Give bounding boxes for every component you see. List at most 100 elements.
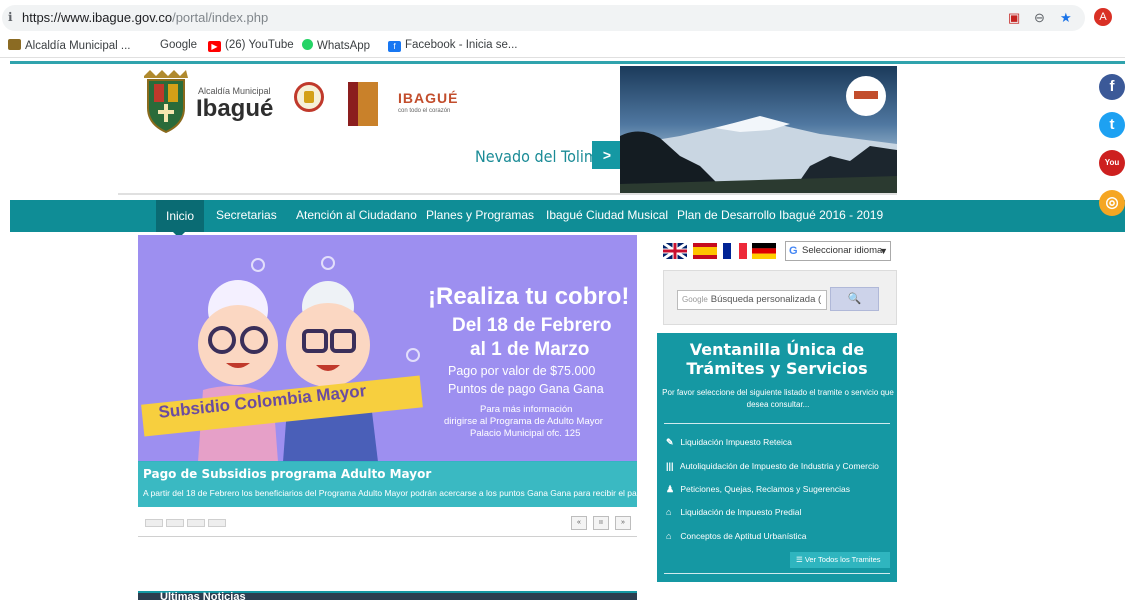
user-icon: ♟ xyxy=(666,484,675,494)
ibague-crest-icon[interactable] xyxy=(140,70,192,134)
search-placeholder: Búsqueda personalizada ( xyxy=(710,294,822,305)
slider-pause-button[interactable]: ıı xyxy=(593,516,609,530)
nav-ibague-ciudad-musical[interactable]: Ibagué Ciudad Musical xyxy=(546,208,668,222)
logo-title[interactable]: Ibagué xyxy=(196,95,273,123)
ventanilla-bottom-divider xyxy=(664,573,890,574)
search-icon: 🔍 xyxy=(847,293,862,305)
language-select[interactable]: G Seleccionar idioma ▼ xyxy=(785,241,891,261)
bookmark-label: Google xyxy=(160,39,198,51)
news-section-title: Ultimas Noticias xyxy=(160,591,246,600)
bookmark-google[interactable]: Google xyxy=(160,39,197,51)
youtube-icon: ▶ xyxy=(208,41,221,52)
home-icon: ⌂ xyxy=(666,507,672,517)
url-text[interactable]: https://www.ibague.gov.co/portal/index.p… xyxy=(22,10,268,25)
ibague-brand-logo: IBAGUÉ con todo el corazón xyxy=(392,86,462,116)
brand-logo-tagline: con todo el corazón xyxy=(398,108,451,114)
list-icon: ☰ xyxy=(796,555,803,564)
slider-next-button[interactable]: » xyxy=(615,516,631,530)
facebook-icon[interactable]: f xyxy=(1099,74,1125,100)
columns-icon: ||| xyxy=(666,461,674,471)
uk-flag-icon[interactable] xyxy=(663,243,687,259)
brand-logo-text: IBAGUÉ xyxy=(398,90,459,106)
slide-indicator-1[interactable] xyxy=(145,519,163,527)
nav-secretarias[interactable]: Secretarias xyxy=(216,208,277,222)
hero-caption: Nevado del Tolima xyxy=(475,147,607,166)
bookmark-label: WhatsApp xyxy=(317,40,371,52)
banner-headline: ¡Realiza tu cobro! xyxy=(428,283,630,310)
banner-amount: Pago por valor de $75.000 xyxy=(448,364,596,378)
slide-indicator-4[interactable] xyxy=(208,519,226,527)
tramite-reteica[interactable]: ✎ Liquidación Impuesto Reteica xyxy=(666,437,792,448)
ventanilla-description: Por favor seleccione del siguiente lista… xyxy=(662,388,894,409)
tramite-pqrs[interactable]: ♟ Peticiones, Quejas, Reclamos y Sugeren… xyxy=(666,484,850,495)
bookmark-label: (26) YouTube xyxy=(225,39,294,51)
header-divider xyxy=(118,193,897,195)
slider-divider xyxy=(138,536,637,537)
tramite-label: Liquidación de Impuesto Predial xyxy=(680,507,802,517)
slider-prev-button[interactable]: « xyxy=(571,516,587,530)
ibague-badge-logo xyxy=(846,76,886,116)
url-domain: https://www.ibague.gov.co xyxy=(22,10,173,25)
banner-date-end: al 1 de Marzo xyxy=(470,339,590,360)
bookmarks-bar: Alcaldía Municipal ... Google ▶ (26) YouT… xyxy=(0,34,1125,58)
blocked-popup-icon[interactable]: ▣ xyxy=(1008,10,1020,26)
germany-flag-icon[interactable] xyxy=(752,243,776,259)
banner-info-3: Palacio Municipal ofc. 125 xyxy=(470,428,581,439)
twitter-icon[interactable]: t xyxy=(1099,112,1125,138)
whatsapp-icon xyxy=(302,39,313,50)
musical-city-logo-icon xyxy=(348,82,378,126)
banner-payment-points: Puntos de pago Gana Gana xyxy=(448,382,604,396)
google-brand-label: Google xyxy=(682,295,708,304)
tramite-aptitud-urbanistica[interactable]: ⌂ Conceptos de Aptitud Urbanística xyxy=(666,531,807,541)
instagram-icon[interactable]: ◎ xyxy=(1099,190,1125,216)
hero-next-button[interactable]: > xyxy=(592,141,622,169)
tramite-predial[interactable]: ⌂ Liquidación de Impuesto Predial xyxy=(666,507,801,517)
browser-toolbar: ℹ https://www.ibague.gov.co/portal/index… xyxy=(0,0,1125,34)
nav-atencion-ciudadano[interactable]: Atención al Ciudadano xyxy=(296,208,417,222)
header-top-border xyxy=(10,61,1125,64)
colombia-seal-icon xyxy=(294,82,324,112)
bookmark-label: Facebook - Inicia se... xyxy=(405,39,518,51)
home-icon: ⌂ xyxy=(666,531,672,541)
banner-caption-title[interactable]: Pago de Subsidios programa Adulto Mayor xyxy=(143,467,431,481)
search-button[interactable]: 🔍 xyxy=(830,287,879,311)
banner-info-2: dirigirse al Programa de Adulto Mayor xyxy=(444,416,603,427)
spain-flag-icon[interactable] xyxy=(693,243,717,259)
crest-icon xyxy=(8,39,21,50)
bookmark-label: Alcaldía Municipal ... xyxy=(25,40,131,52)
nav-inicio[interactable]: Inicio xyxy=(156,200,205,232)
banner-caption-body: A partir del 18 de Febrero los beneficia… xyxy=(143,488,637,498)
youtube-icon[interactable]: You xyxy=(1099,150,1125,176)
main-nav: Inicio Secretarias Atención al Ciudadano… xyxy=(10,200,1125,232)
slide-indicator-2[interactable] xyxy=(166,519,184,527)
tramite-label: Liquidación Impuesto Reteica xyxy=(680,437,792,447)
info-icon[interactable]: ℹ xyxy=(8,10,13,24)
bookmark-alcaldia[interactable]: Alcaldía Municipal ... xyxy=(8,39,130,52)
search-input[interactable]: Google Búsqueda personalizada ( xyxy=(677,290,827,310)
pencil-icon: ✎ xyxy=(666,437,674,447)
tramite-industria-comercio[interactable]: ||| Autoliquidación de Impuesto de Indus… xyxy=(666,461,879,471)
slide-indicator-3[interactable] xyxy=(187,519,205,527)
bookmark-whatsapp[interactable]: WhatsApp xyxy=(302,39,370,52)
facebook-icon: f xyxy=(388,41,401,52)
bookmark-youtube[interactable]: ▶ (26) YouTube xyxy=(208,39,294,52)
banner-info-1: Para más información xyxy=(480,404,573,415)
chevron-down-icon: ▼ xyxy=(879,246,888,256)
tramite-label: Peticiones, Quejas, Reclamos y Sugerenci… xyxy=(680,484,850,494)
ver-todos-label: Ver Todos los Tramites xyxy=(804,555,881,564)
language-select-label: Seleccionar idioma xyxy=(802,245,883,256)
profile-avatar[interactable]: A xyxy=(1094,8,1112,26)
url-path: /portal/index.php xyxy=(172,10,269,25)
ventanilla-divider xyxy=(664,423,890,424)
france-flag-icon[interactable] xyxy=(723,243,747,259)
tramite-label: Conceptos de Aptitud Urbanística xyxy=(680,531,807,541)
ventanilla-title: Ventanilla Única de Trámites y Servicios xyxy=(686,340,868,378)
tramite-label: Autoliquidación de Impuesto de Industria… xyxy=(679,461,879,471)
ver-todos-tramites-button[interactable]: ☰ Ver Todos los Tramites xyxy=(790,552,890,568)
nav-planes-programas[interactable]: Planes y Programas xyxy=(426,208,534,222)
nav-plan-desarrollo[interactable]: Plan de Desarrollo Ibagué 2016 - 2019 xyxy=(677,208,883,222)
bookmark-star-icon[interactable]: ★ xyxy=(1060,10,1072,26)
banner-date-start: Del 18 de Febrero xyxy=(452,315,612,336)
zoom-icon[interactable]: ⊖ xyxy=(1034,10,1045,26)
bookmark-facebook[interactable]: f Facebook - Inicia se... xyxy=(388,39,518,52)
